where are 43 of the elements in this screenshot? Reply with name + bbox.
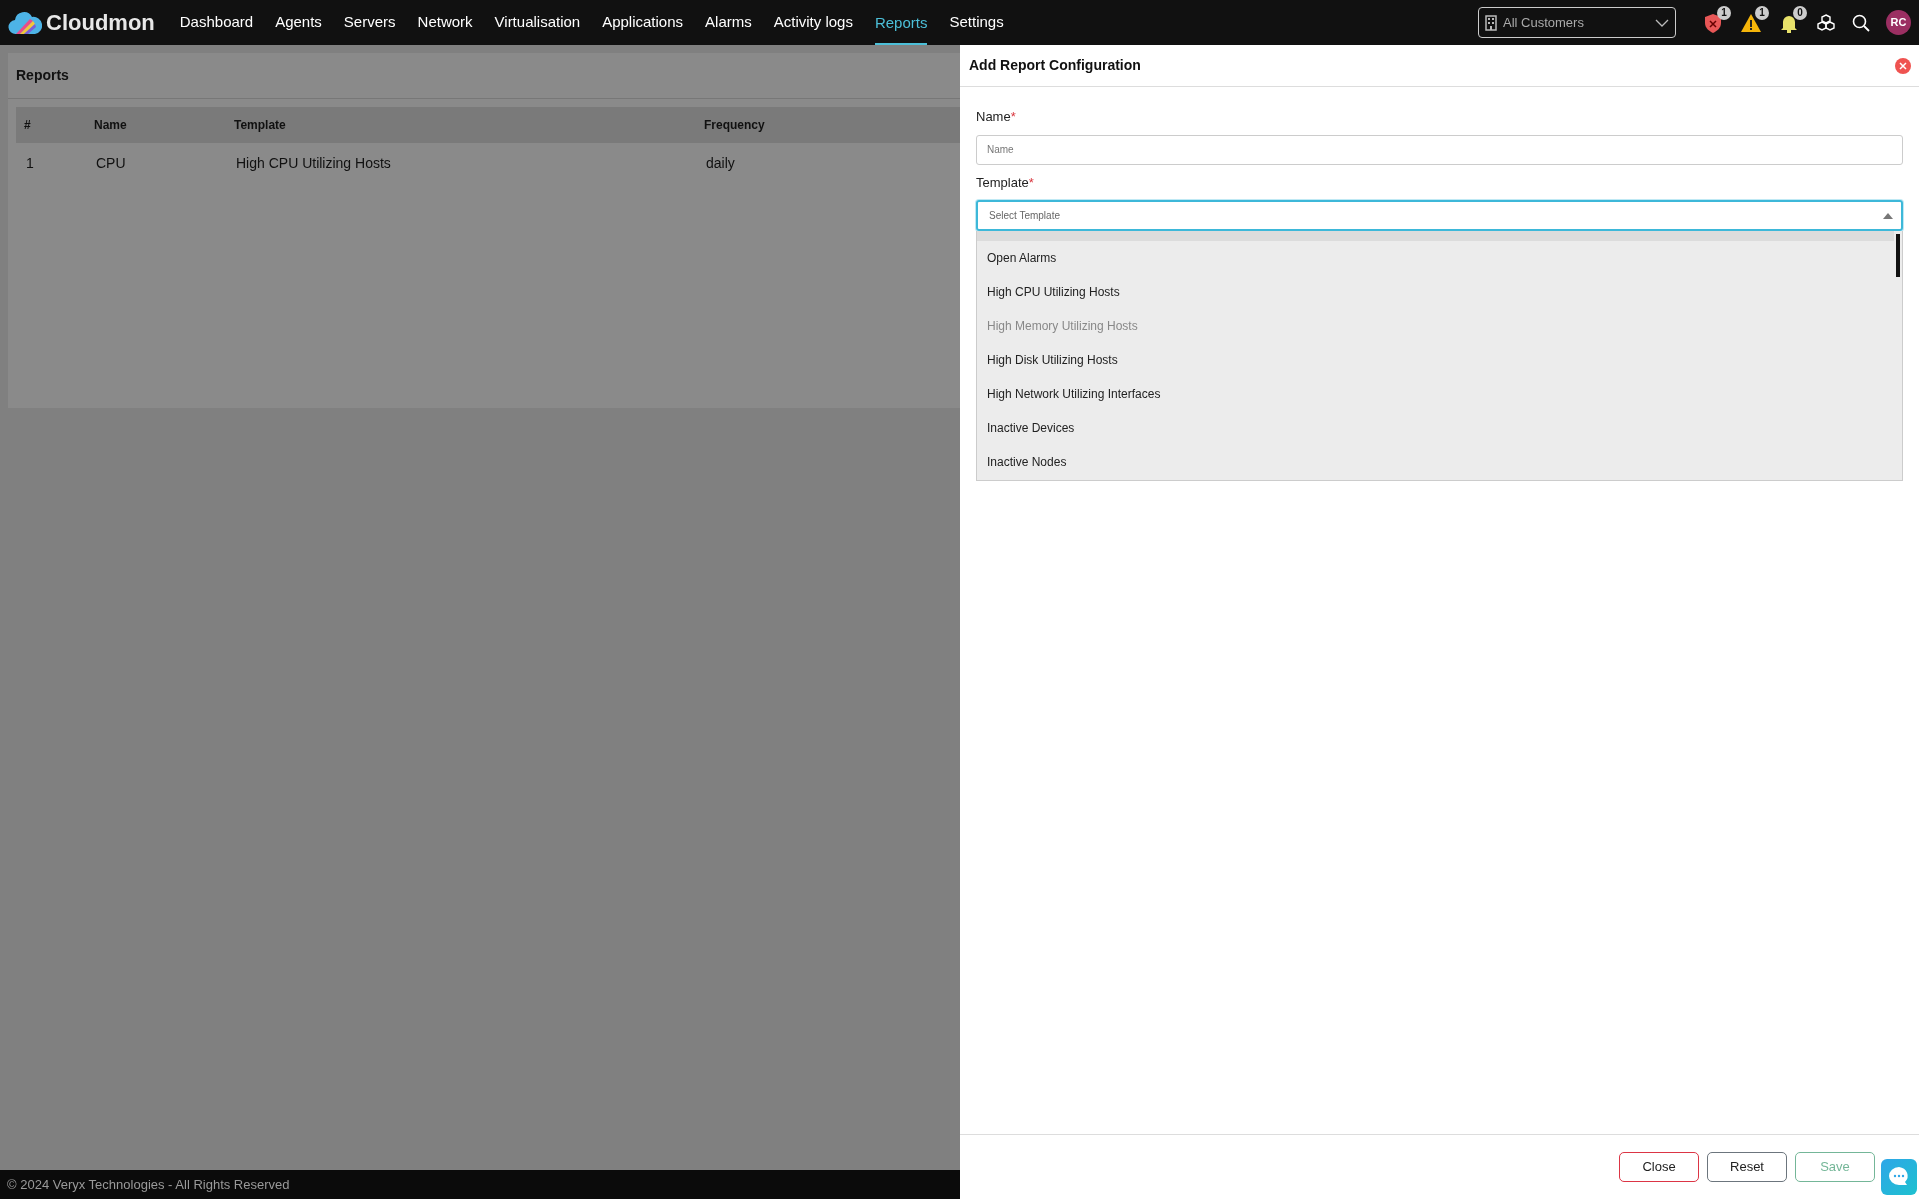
chat-icon[interactable] (1881, 1159, 1917, 1195)
cloud-logo-icon (8, 10, 42, 35)
nav-tab[interactable]: Servers (332, 0, 407, 45)
nav-tab[interactable]: Network (406, 0, 484, 45)
table-cell: High CPU Utilizing Hosts (226, 143, 696, 183)
dropdown-option[interactable]: Open Alarms (977, 241, 1902, 275)
nav-tab[interactable]: Reports (863, 0, 939, 45)
nav-tab[interactable]: Alarms (694, 0, 763, 45)
dropdown-option[interactable]: High Disk Utilizing Hosts (977, 343, 1902, 377)
column-header: Template (226, 107, 696, 143)
nav-tab[interactable]: Activity logs (762, 0, 864, 45)
card-title: Reports (8, 53, 960, 99)
table-cell: CPU (86, 143, 226, 183)
dropdown-option[interactable]: High CPU Utilizing Hosts (977, 275, 1902, 309)
building-icon (1485, 12, 1497, 33)
panel-button[interactable]: Reset (1707, 1152, 1787, 1182)
scrollbar[interactable] (1896, 234, 1900, 277)
column-header: Frequency (696, 107, 960, 143)
template-select[interactable]: Select Template (976, 200, 1903, 231)
input-field[interactable]: Name (976, 134, 1903, 165)
column-header: Name (86, 107, 226, 143)
table-cell: 1 (16, 143, 86, 183)
nav-tab[interactable]: Applications (591, 0, 695, 45)
field-label: Template* (976, 173, 1035, 192)
dropdown-option[interactable]: Inactive Devices (977, 411, 1902, 445)
panel-title: Add Report Configuration (969, 56, 1141, 75)
panel-button[interactable]: Close (1619, 1152, 1699, 1182)
dropdown-option[interactable]: High Network Utilizing Interfaces (977, 377, 1902, 411)
field-label: Name* (976, 108, 1017, 126)
nav-tab[interactable]: Settings (938, 0, 1015, 45)
copyright-text: © 2024 Veryx Technologies - All Rights Reserved (7, 1175, 290, 1194)
user-avatar[interactable]: RC (1886, 10, 1911, 35)
count-badge: 1 (1717, 5, 1731, 20)
customer-select[interactable]: All Customers (1478, 7, 1676, 38)
nav-tab[interactable]: Dashboard (168, 0, 265, 45)
nav-tab[interactable]: Virtualisation (483, 0, 592, 45)
count-badge: 1 (1755, 5, 1769, 20)
brand-name: Cloudmon (46, 9, 155, 37)
dropdown-option[interactable]: Inactive Nodes (977, 445, 1902, 479)
table-cell: daily (696, 143, 960, 183)
column-header: # (16, 107, 86, 143)
nav-tab[interactable]: Agents (264, 0, 333, 45)
count-badge: 0 (1793, 5, 1807, 20)
